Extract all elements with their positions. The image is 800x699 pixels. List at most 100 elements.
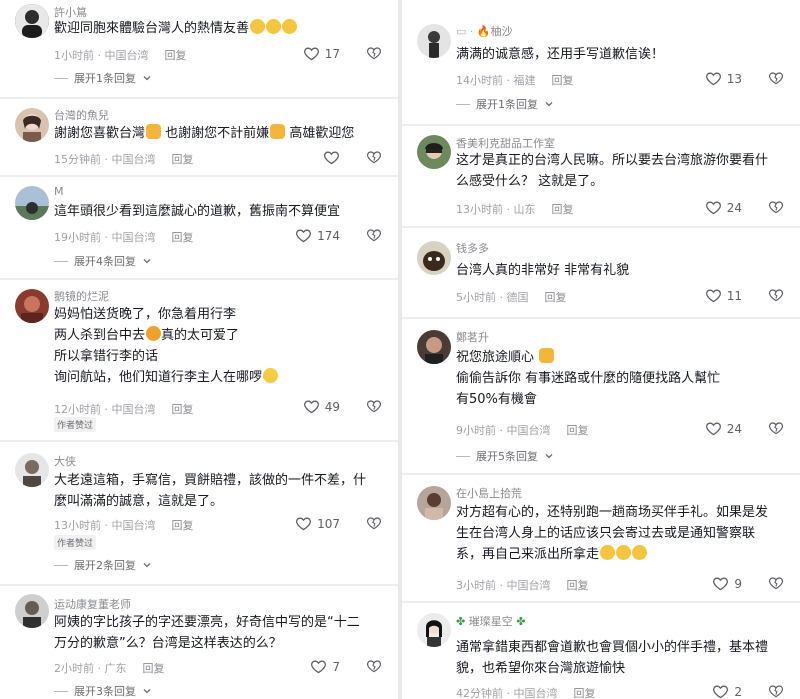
reply-button[interactable]: 回复 [172, 153, 194, 166]
heart-icon [705, 420, 722, 437]
reply-button[interactable]: 回复 [165, 49, 187, 62]
dislike-icon[interactable] [768, 575, 784, 591]
avatar[interactable] [15, 186, 49, 220]
comment-line: 歡迎同胞來體驗台灣人的熱情友善 [54, 21, 250, 36]
divider [0, 97, 398, 99]
clover-icon: ✤ [456, 615, 469, 628]
comment-meta: 1小时前 · 中国台湾 回复 [54, 49, 187, 62]
comment-text: 对方超有心的，还特别跑一趟商场买伴手礼。如果是发 生在台湾人身上的话应该只会寄过… [456, 502, 782, 565]
dislike-icon[interactable] [768, 199, 784, 215]
thinking-face-emoji [263, 368, 279, 383]
username[interactable]: 台灣的魚兒 [54, 107, 109, 123]
like-button[interactable]: 24 [705, 199, 742, 216]
avatar[interactable] [417, 241, 451, 275]
reply-button[interactable]: 回复 [552, 203, 574, 216]
username[interactable]: 鄭茗升 [456, 329, 489, 345]
like-button[interactable]: 9 [712, 575, 742, 592]
expand-replies-button[interactable]: 展开3条回复 [54, 683, 152, 699]
reply-button[interactable]: 回复 [567, 424, 589, 437]
comment-line: 系，再自己来派出所拿走 [456, 547, 600, 562]
like-button[interactable]: 17 [303, 45, 340, 62]
dislike-icon[interactable] [366, 149, 382, 165]
reply-button[interactable]: 回复 [172, 231, 194, 244]
avatar[interactable] [15, 453, 49, 487]
dislike-icon[interactable] [366, 227, 382, 243]
username[interactable]: 在小島上拾荒 [456, 485, 522, 501]
expand-replies-button[interactable]: 展开2条回复 [54, 557, 152, 573]
username[interactable]: 鹅镜的烂泥 [54, 288, 109, 304]
username[interactable]: ✤ 璀璨星空 ✤ [456, 613, 525, 629]
avatar[interactable] [15, 108, 49, 142]
dislike-icon[interactable] [366, 515, 382, 531]
reply-button[interactable]: 回复 [172, 403, 194, 416]
avatar[interactable] [417, 486, 451, 520]
comment-line: 所以拿错行李的话 [54, 349, 159, 364]
dislike-icon[interactable] [768, 70, 784, 86]
comment-line: 阿姨的字比孩子的字还要漂亮，好奇信中写的是“十二 [54, 615, 360, 630]
comment-text: 祝您旅途順心 偷偷告訴你 有事迷路或什麼的隨便找路人幫忙 有50%有機會 [456, 347, 782, 410]
heart-icon [323, 149, 340, 166]
like-button[interactable] [323, 149, 340, 166]
like-count: 24 [726, 200, 742, 215]
reply-button[interactable]: 回复 [545, 291, 567, 304]
expand-replies-button[interactable]: 展开1条回复 [54, 70, 152, 86]
username[interactable]: 钱多多 [456, 240, 489, 256]
heart-icon [303, 45, 320, 62]
avatar[interactable] [15, 289, 49, 323]
comment-line: 真的太可爱了 [161, 328, 240, 343]
avatar[interactable] [417, 24, 451, 58]
like-count: 107 [317, 516, 340, 531]
username[interactable]: 香美利克甜品工作室 [456, 135, 555, 151]
username[interactable]: M [54, 185, 64, 198]
like-button[interactable]: 2 [712, 683, 742, 699]
like-button[interactable]: 24 [705, 420, 742, 437]
chevron-down-icon [142, 560, 152, 570]
like-button[interactable]: 174 [295, 227, 340, 244]
comment-meta: 15分钟前 · 中国台湾 回复 [54, 153, 194, 166]
divider [456, 103, 470, 105]
comment-meta: 12小时前 · 中国台湾 回复 [54, 403, 194, 416]
dislike-icon[interactable] [768, 683, 784, 699]
avatar[interactable] [417, 330, 451, 364]
dislike-icon[interactable] [366, 45, 382, 61]
dislike-icon[interactable] [768, 420, 784, 436]
like-button[interactable]: 49 [303, 398, 340, 415]
comment-line: 大老遠這箱，手寫信，買餅賠禮，該做的一件不差，什 [54, 473, 367, 488]
like-count: 9 [734, 576, 742, 591]
dislike-icon[interactable] [366, 658, 382, 674]
like-button[interactable]: 11 [705, 287, 742, 304]
reply-button[interactable]: 回复 [143, 662, 165, 675]
comment-line: 满满的诚意感，还用手写道歉信诶！ [456, 47, 665, 62]
comment-line: 有50%有機會 [456, 392, 537, 407]
divider [456, 455, 470, 457]
reply-button[interactable]: 回复 [172, 519, 194, 532]
chevron-down-icon [142, 256, 152, 266]
expand-replies-button[interactable]: 展开1条回复 [456, 96, 554, 112]
dislike-icon[interactable] [366, 398, 382, 414]
like-button[interactable]: 107 [295, 515, 340, 532]
dislike-icon[interactable] [768, 287, 784, 303]
reply-button[interactable]: 回复 [552, 74, 574, 87]
avatar[interactable] [15, 594, 49, 628]
heart-icon [295, 515, 312, 532]
heart-icon [712, 683, 729, 699]
expand-replies-button[interactable]: 展开5条回复 [456, 448, 554, 464]
comment-meta: 42分钟前 · 中国台湾 回复 [456, 687, 596, 699]
expand-replies-button[interactable]: 展开4条回复 [54, 253, 152, 269]
avatar[interactable] [417, 135, 451, 169]
username[interactable]: ▭ · 🔥柚沙 [456, 23, 513, 39]
like-button[interactable]: 13 [705, 70, 742, 87]
heart-icon [705, 287, 722, 304]
chevron-down-icon [142, 73, 152, 83]
username[interactable]: 运动康复董老师 [54, 596, 131, 612]
author-liked-badge: 作者赞过 [54, 417, 97, 432]
like-button[interactable]: 7 [310, 658, 340, 675]
reply-button[interactable]: 回复 [567, 579, 589, 592]
divider [402, 601, 800, 603]
reply-button[interactable]: 回复 [574, 687, 596, 699]
comment-line: 貌，也希望你來台灣旅遊愉快 [456, 661, 626, 676]
divider [54, 690, 68, 692]
avatar[interactable] [15, 4, 49, 38]
avatar[interactable] [417, 613, 451, 647]
username[interactable]: 大侠 [54, 453, 76, 469]
